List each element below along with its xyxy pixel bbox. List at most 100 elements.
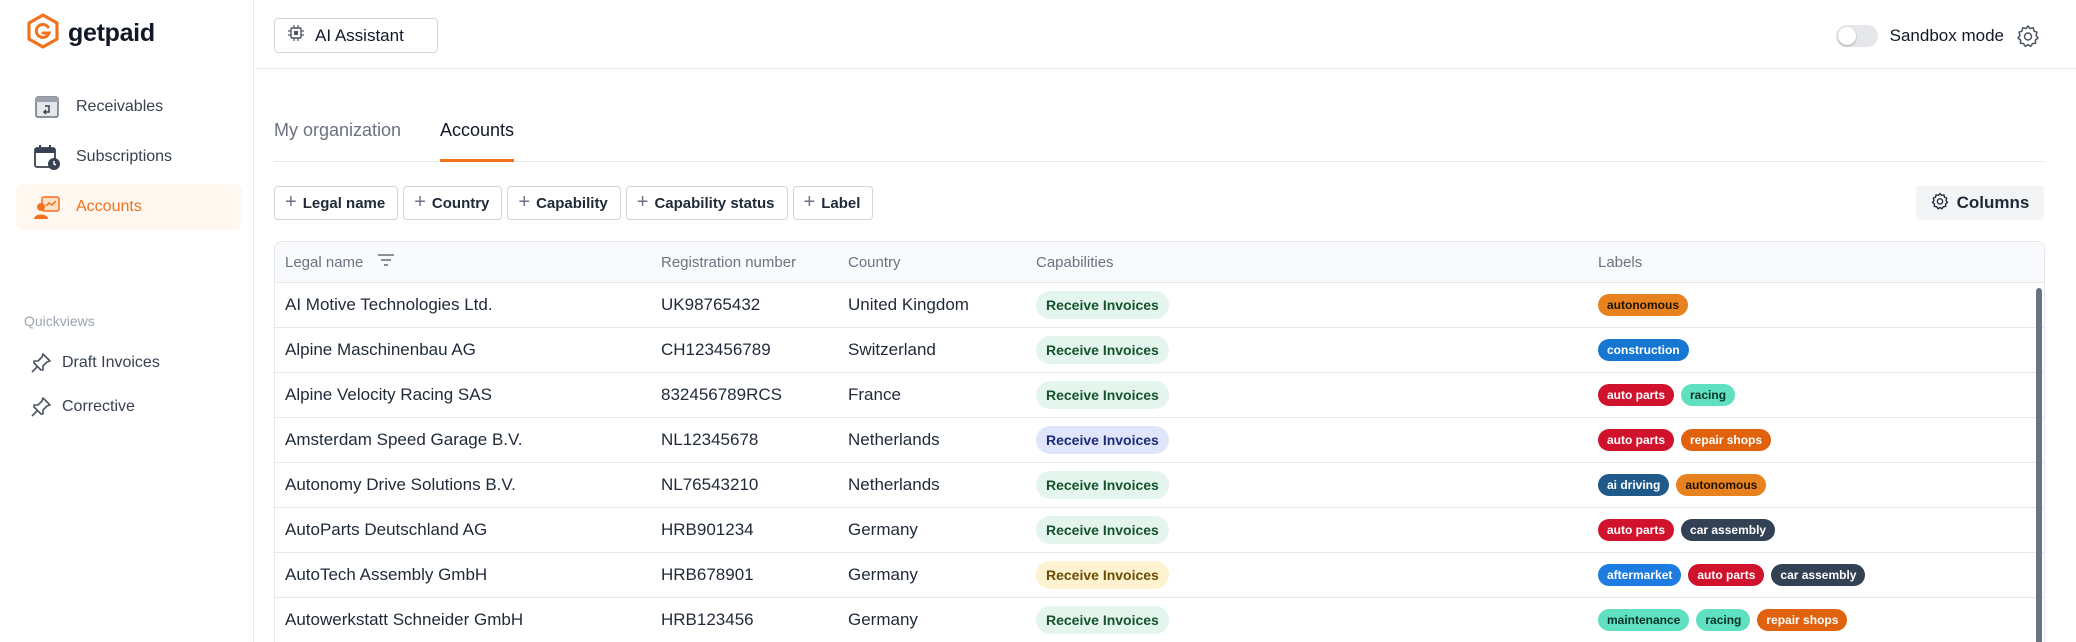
- label-tag: racing: [1696, 609, 1751, 631]
- filter-legal-name-button[interactable]: + Legal name: [274, 186, 399, 220]
- capabilities-cell: Receive Invoices: [1036, 508, 1169, 552]
- label-tag: repair shops: [1757, 609, 1848, 631]
- capabilities-cell: Receive Invoices: [1036, 553, 1169, 597]
- table-row[interactable]: Autonomy Drive Solutions B.V. NL76543210 N…: [275, 463, 2044, 508]
- country-cell: Germany: [848, 520, 918, 539]
- filter-capability-button[interactable]: + Capability: [507, 186, 621, 220]
- legal-name-cell: Amsterdam Speed Garage B.V.: [285, 430, 523, 449]
- table-header: Legal name Registration number Country C…: [275, 242, 2044, 283]
- country-cell: Germany: [848, 565, 918, 584]
- plus-icon: +: [414, 191, 426, 213]
- accounts-icon: [32, 192, 62, 222]
- sidebar-item-label: Subscriptions: [76, 148, 173, 165]
- capabilities-cell: Receive Invoices: [1036, 418, 1169, 462]
- brand-name: getpaid: [68, 18, 155, 47]
- table-row[interactable]: AutoParts Deutschland AG HRB901234 Germany…: [275, 508, 2044, 553]
- country-cell: Germany: [848, 610, 918, 629]
- country-cell: Switzerland: [848, 340, 936, 359]
- pin-icon: [30, 396, 52, 418]
- column-header-registration-number[interactable]: Registration number: [661, 242, 796, 283]
- quickview-draft-invoices[interactable]: Draft Invoices: [16, 342, 242, 384]
- legal-name-cell: AutoTech Assembly GmbH: [285, 565, 488, 584]
- capabilities-cell: Receive Invoices: [1036, 328, 1169, 372]
- legal-name-cell: Alpine Velocity Racing SAS: [285, 385, 492, 404]
- label-tag: autonomous: [1598, 294, 1688, 316]
- sidebar: getpaid Receivables Subscriptions Accoun…: [0, 0, 254, 642]
- labels-cell: auto parts repair shops: [1598, 418, 1772, 462]
- table-row[interactable]: Amsterdam Speed Garage B.V. NL12345678 Net…: [275, 418, 2044, 463]
- settings-gear-icon[interactable]: [2016, 24, 2040, 48]
- registration-number-cell: NL76543210: [661, 475, 759, 494]
- labels-cell: auto parts car assembly: [1598, 508, 1776, 552]
- country-cell: United Kingdom: [848, 295, 969, 314]
- chip-icon: [287, 24, 305, 47]
- country-cell: Netherlands: [848, 475, 940, 494]
- sidebar-item-label: Accounts: [76, 198, 142, 215]
- tab-my-organization[interactable]: My organization: [274, 120, 401, 162]
- plus-icon: +: [518, 191, 531, 213]
- table-row[interactable]: Autowerkstatt Schneider GmbH HRB123456 Ger…: [275, 598, 2044, 642]
- capability-badge: Receive Invoices: [1036, 471, 1169, 499]
- sidebar-item-subscriptions[interactable]: Subscriptions: [16, 134, 242, 180]
- receivables-icon: [32, 92, 62, 122]
- top-bar: AI Assistant Sandbox mode: [255, 0, 2076, 69]
- sandbox-label: Sandbox mode: [1889, 26, 2004, 45]
- sidebar-item-accounts[interactable]: Accounts: [16, 184, 242, 230]
- filter-label: Capability: [536, 194, 608, 212]
- plus-icon: +: [636, 191, 649, 213]
- columns-button[interactable]: Columns: [1916, 186, 2044, 220]
- registration-number-cell: 832456789RCS: [661, 385, 782, 404]
- capability-badge: Receive Invoices: [1036, 336, 1169, 364]
- legal-name-cell: AI Motive Technologies Ltd.: [285, 295, 493, 314]
- sidebar-nav: Receivables Subscriptions Accounts: [16, 84, 242, 234]
- quickview-corrective[interactable]: Corrective: [16, 386, 242, 428]
- table-body: AI Motive Technologies Ltd. UK98765432 Uni…: [275, 283, 2044, 642]
- sidebar-item-label: Receivables: [76, 98, 164, 115]
- label-tag: racing: [1681, 384, 1736, 406]
- subscriptions-icon: [32, 142, 62, 172]
- label-tag: auto parts: [1598, 384, 1675, 406]
- capability-badge: Receive Invoices: [1036, 606, 1169, 634]
- sandbox-toggle[interactable]: [1835, 25, 1878, 47]
- capabilities-cell: Receive Invoices: [1036, 283, 1169, 327]
- accounts-table: Legal name Registration number Country C…: [274, 241, 2045, 642]
- tab-accounts[interactable]: Accounts: [440, 120, 515, 162]
- filter-country-button[interactable]: + Country: [403, 186, 503, 220]
- sidebar-item-receivables[interactable]: Receivables: [16, 84, 242, 130]
- label-tag: maintenance: [1598, 609, 1690, 631]
- table-row[interactable]: Alpine Maschinenbau AG CH123456789 Switzer…: [275, 328, 2044, 373]
- labels-cell: maintenance racing repair shops: [1598, 598, 1848, 642]
- label-tag: auto parts: [1598, 429, 1675, 451]
- legal-name-cell: Autowerkstatt Schneider GmbH: [285, 610, 524, 629]
- gear-icon: [1931, 192, 1949, 215]
- plus-icon: +: [803, 191, 816, 213]
- quickview-label: Draft Invoices: [62, 354, 160, 371]
- capability-badge: Receive Invoices: [1036, 516, 1169, 544]
- filter-bar: + Legal name + Country + Capability + Capabi…: [274, 186, 874, 220]
- table-row[interactable]: Alpine Velocity Racing SAS 832456789RCS Fr…: [275, 373, 2044, 418]
- label-tag: construction: [1598, 339, 1689, 361]
- table-row[interactable]: AutoTech Assembly GmbH HRB678901 Germany Re…: [275, 553, 2044, 598]
- label-tag: autonomous: [1676, 474, 1767, 496]
- labels-cell: aftermarket auto parts car assembly: [1598, 553, 1866, 597]
- column-header-country[interactable]: Country: [848, 242, 901, 283]
- column-header-labels[interactable]: Labels: [1598, 242, 1642, 283]
- column-header-capabilities[interactable]: Capabilities: [1036, 242, 1114, 283]
- filter-capability-status-button[interactable]: + Capability status: [625, 186, 788, 220]
- quickview-label: Corrective: [62, 398, 135, 415]
- capability-badge: Receive Invoices: [1036, 561, 1169, 589]
- table-scrollbar[interactable]: [2036, 288, 2042, 642]
- table-row[interactable]: AI Motive Technologies Ltd. UK98765432 Uni…: [275, 283, 2044, 328]
- filter-lines-icon[interactable]: [377, 242, 395, 283]
- column-header-legal-name[interactable]: Legal name: [285, 242, 395, 283]
- labels-cell: autonomous: [1598, 283, 1688, 327]
- filter-label: Country: [431, 194, 490, 212]
- country-cell: Netherlands: [848, 430, 940, 449]
- ai-assistant-button[interactable]: AI Assistant: [274, 18, 438, 53]
- filter-label-button[interactable]: + Label: [792, 186, 874, 220]
- capabilities-cell: Receive Invoices: [1036, 598, 1169, 642]
- registration-number-cell: HRB123456: [661, 610, 754, 629]
- capability-badge: Receive Invoices: [1036, 426, 1169, 454]
- capability-badge: Receive Invoices: [1036, 381, 1169, 409]
- logo[interactable]: getpaid: [24, 12, 155, 52]
